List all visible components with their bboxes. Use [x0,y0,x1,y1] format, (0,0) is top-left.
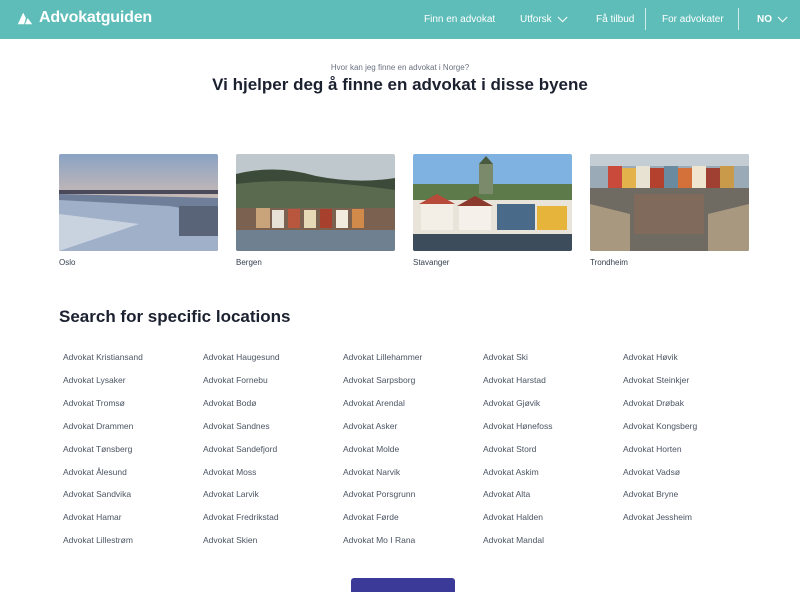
location-link[interactable]: Advokat Bryne [623,489,678,499]
nav-divider [738,8,739,30]
city-card-stavanger[interactable]: Stavanger [413,154,572,267]
nav-explore-label: Utforsk [520,14,552,25]
location-link[interactable]: Advokat Moss [203,467,256,477]
location-link[interactable]: Advokat Halden [483,512,543,522]
location-link[interactable]: Advokat Tønsberg [63,444,132,454]
city-image-bergen [236,154,395,251]
hero-subtitle: Hvor kan jeg finne en advokat i Norge? [330,63,470,72]
location-link[interactable]: Advokat Arendal [343,398,405,408]
location-link[interactable]: Advokat Fredrikstad [203,512,279,522]
location-link[interactable]: Advokat Hamar [63,512,122,522]
location-link[interactable]: Advokat Kongsberg [623,421,697,431]
city-card-bergen[interactable]: Bergen [236,154,395,267]
location-link[interactable]: Advokat Bodø [203,398,256,408]
location-link[interactable]: Advokat Mo I Rana [343,535,415,545]
location-link[interactable]: Advokat Kristiansand [63,352,143,362]
location-link[interactable]: Advokat Ski [483,352,528,362]
location-link[interactable]: Advokat Fornebu [203,375,268,385]
location-link[interactable]: Advokat Asker [343,421,397,431]
locations-section-title: Search for specific locations [59,307,291,326]
location-link[interactable]: Advokat Alta [483,489,530,499]
location-link[interactable]: Advokat Drøbak [623,398,684,408]
location-link[interactable]: Advokat Sandvika [63,489,131,499]
location-link[interactable]: Advokat Gjøvik [483,398,540,408]
language-label: NO [757,14,772,25]
chevron-down-icon [557,12,568,23]
advokatguiden-logo-icon [17,12,33,25]
brand-logo[interactable]: Advokatguiden [16,9,152,27]
location-link[interactable]: Advokat Førde [343,512,399,522]
nav-divider [645,8,646,30]
nav-for-lawyers[interactable]: For advokater [662,0,724,39]
location-link[interactable]: Advokat Skien [203,535,257,545]
location-link[interactable]: Advokat Sarpsborg [343,375,415,385]
location-link[interactable]: Advokat Steinkjer [623,375,689,385]
location-link[interactable]: Advokat Drammen [63,421,133,431]
location-link[interactable]: Advokat Haugesund [203,352,280,362]
location-link[interactable]: Advokat Mandal [483,535,544,545]
location-link[interactable]: Advokat Lysaker [63,375,126,385]
nav-get-offer[interactable]: Få tilbud [596,0,634,39]
location-link[interactable]: Advokat Tromsø [63,398,125,408]
location-link[interactable]: Advokat Lillehammer [343,352,422,362]
location-link[interactable]: Advokat Jessheim [623,512,692,522]
location-link[interactable]: Advokat Porsgrunn [343,489,415,499]
hero-title: Vi hjelper deg å finne en advokat i diss… [212,75,588,94]
location-link[interactable]: Advokat Horten [623,444,682,454]
location-link[interactable]: Advokat Høvik [623,352,678,362]
location-link[interactable]: Advokat Sandefjord [203,444,277,454]
city-card-oslo[interactable]: Oslo [59,154,218,267]
city-name: Stavanger [413,258,450,267]
brand-name: Advokatguiden [39,9,152,26]
language-selector[interactable]: NO [757,0,788,39]
city-name: Oslo [59,258,76,267]
city-name: Trondheim [590,258,628,267]
chevron-down-icon [777,12,788,23]
location-link[interactable]: Advokat Sandnes [203,421,270,431]
location-link[interactable]: Advokat Stord [483,444,536,454]
nav-explore-dropdown[interactable]: Utforsk [520,0,568,39]
location-link[interactable]: Advokat Harstad [483,375,546,385]
location-link[interactable]: Advokat Larvik [203,489,259,499]
city-name: Bergen [236,258,262,267]
location-link[interactable]: Advokat Askim [483,467,539,477]
city-card-trondheim[interactable]: Trondheim [590,154,749,267]
location-link[interactable]: Advokat Ålesund [63,467,127,477]
cta-button[interactable] [351,578,455,592]
location-link[interactable]: Advokat Narvik [343,467,400,477]
city-image-oslo [59,154,218,251]
city-image-stavanger [413,154,572,251]
location-link[interactable]: Advokat Hønefoss [483,421,552,431]
top-navigation-bar: Advokatguiden Finn en advokat Utforsk Få… [0,0,800,39]
location-link[interactable]: Advokat Lillestrøm [63,535,133,545]
location-link[interactable]: Advokat Vadsø [623,467,680,477]
city-image-trondheim [590,154,749,251]
nav-find-lawyer[interactable]: Finn en advokat [424,0,495,39]
location-link[interactable]: Advokat Molde [343,444,399,454]
